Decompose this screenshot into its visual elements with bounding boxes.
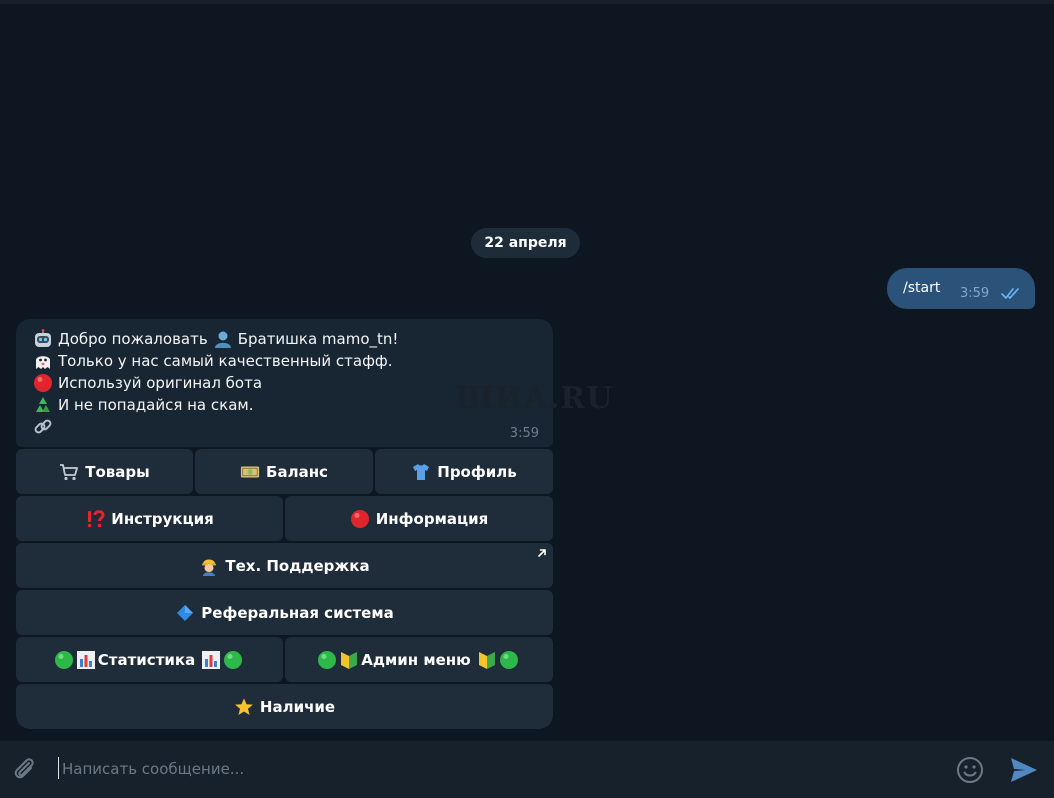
admin-menu-button-label: Админ меню [361,650,471,669]
message-composer [0,741,1054,798]
bust-silhouette-icon [212,328,234,350]
goods-button[interactable]: Товары [16,449,193,494]
incoming-message-time: 3:59 [509,426,539,441]
message-text: Добро пожаловать [58,330,208,348]
link-icon [32,416,54,438]
bar-chart-green-circle-icon [201,650,245,670]
statistics-button-label: Статистика [97,650,196,669]
red-circle-icon [32,372,54,394]
message-text: И не попадайся на скам. [58,396,254,414]
availability-button-label: Наличие [259,697,336,716]
external-link-arrow-icon [538,549,546,557]
ghost-icon [32,350,54,372]
double-check-icon [1001,288,1019,299]
message-input[interactable] [62,757,922,781]
message-text: Используй оригинал бота [58,374,263,392]
shopping-cart-icon [59,462,79,482]
message-line [32,416,398,438]
message-line: Используй оригинал бота [32,372,398,394]
availability-button[interactable]: Наличие [16,684,553,729]
balance-button[interactable]: Баланс [195,449,373,494]
robot-face-icon [32,328,54,350]
recycle-icon [32,394,54,416]
blue-diamond-icon [175,603,195,623]
beginner-badge-green-circle-icon [477,650,521,670]
message-line: Добро пожаловать Братишка mamo_tn! [32,328,398,350]
exclamation-question-icon [85,509,105,529]
instructions-button-label: Инструкция [111,509,214,528]
paperclip-icon[interactable] [10,755,40,785]
statistics-button[interactable]: Статистика [16,637,283,682]
balance-button-label: Баланс [266,462,328,481]
money-banknote-icon [240,462,260,482]
text-cursor [58,757,59,779]
referral-button[interactable]: Реферальная система [16,590,553,635]
instructions-button[interactable]: Инструкция [16,496,283,541]
profile-button[interactable]: Профиль [375,449,553,494]
technician-icon [199,556,219,576]
profile-button-label: Профиль [437,462,517,481]
referral-button-label: Реферальная система [201,603,394,622]
date-separator: 22 апреля [471,228,580,258]
support-button[interactable]: Тех. Поддержка [16,543,553,588]
outgoing-message-time: 3:59 [960,286,990,301]
support-button-label: Тех. Поддержка [225,556,370,575]
information-button-label: Информация [375,509,489,528]
top-divider [0,0,1054,4]
green-circle-beginner-badge-icon [317,650,361,670]
information-button[interactable]: Информация [285,496,553,541]
star-icon [234,697,254,717]
message-text: Братишка mamo_tn! [237,330,399,348]
emoji-icon[interactable] [954,754,986,786]
outgoing-message[interactable]: /start 3:59 [887,268,1035,309]
green-circle-bar-chart-icon [54,650,98,670]
send-icon[interactable] [1008,754,1040,786]
watermark: ШИА.RU [455,381,614,416]
message-text: Только у нас самый качественный стафф. [58,352,393,370]
admin-menu-button[interactable]: Админ меню [285,637,553,682]
message-line: Только у нас самый качественный стафф. [32,350,398,372]
outgoing-message-text: /start [903,280,941,296]
red-circle-icon [350,509,370,529]
goods-button-label: Товары [85,462,150,481]
message-line: И не попадайся на скам. [32,394,398,416]
t-shirt-icon [411,462,431,482]
